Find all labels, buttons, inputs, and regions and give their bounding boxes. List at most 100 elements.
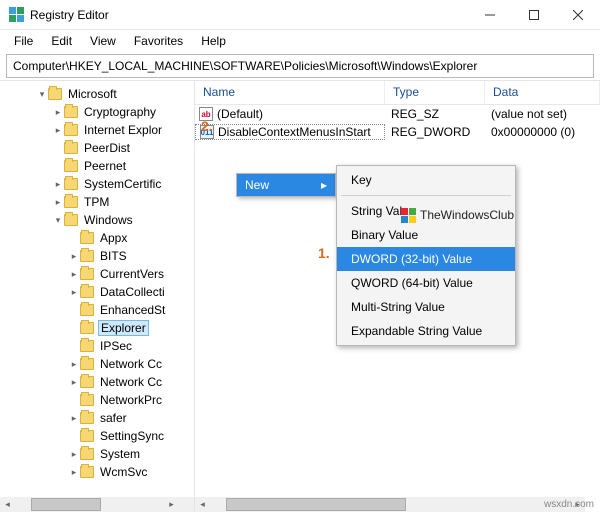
titlebar: Registry Editor	[0, 0, 600, 30]
close-button[interactable]	[556, 0, 600, 30]
tree-item[interactable]: SettingSync	[6, 427, 194, 445]
watermark: TheWindowsClub	[400, 207, 514, 223]
menu-file[interactable]: File	[6, 32, 41, 50]
spacer-icon	[68, 394, 80, 406]
maximize-button[interactable]	[512, 0, 556, 30]
value-row-default[interactable]: ab(Default) REG_SZ (value not set)	[195, 105, 600, 123]
folder-icon	[64, 178, 78, 190]
folder-icon	[80, 466, 94, 478]
menu-item-dword32[interactable]: DWORD (32-bit) Value	[337, 247, 515, 271]
folder-icon	[80, 430, 94, 442]
folder-icon	[64, 142, 78, 154]
folder-icon	[80, 250, 94, 262]
chevron-right-icon[interactable]: ▸	[68, 286, 80, 298]
address-text: Computer\HKEY_LOCAL_MACHINE\SOFTWARE\Pol…	[13, 59, 477, 73]
folder-icon	[80, 340, 94, 352]
scrollbar-thumb[interactable]	[31, 498, 101, 511]
tree-item[interactable]: ▸Internet Explor	[6, 121, 194, 139]
menu-help[interactable]: Help	[193, 32, 234, 50]
chevron-right-icon[interactable]: ▸	[68, 466, 80, 478]
chevron-right-icon[interactable]: ▸	[52, 196, 64, 208]
tree-item[interactable]: PeerDist	[6, 139, 194, 157]
scroll-left-icon[interactable]: ◂	[0, 497, 15, 512]
chevron-right-icon[interactable]: ▸	[68, 358, 80, 370]
menu-separator	[341, 195, 511, 196]
tree-item[interactable]: NetworkPrc	[6, 391, 194, 409]
address-bar[interactable]: Computer\HKEY_LOCAL_MACHINE\SOFTWARE\Pol…	[6, 54, 594, 78]
folder-icon	[80, 412, 94, 424]
chevron-right-icon[interactable]: ▸	[52, 106, 64, 118]
tree-item[interactable]: ▸System	[6, 445, 194, 463]
spacer-icon	[52, 160, 64, 172]
tree-item[interactable]: Appx	[6, 229, 194, 247]
menu-favorites[interactable]: Favorites	[126, 32, 191, 50]
chevron-right-icon[interactable]: ▸	[68, 268, 80, 280]
menubar: File Edit View Favorites Help	[0, 30, 600, 52]
spacer-icon	[68, 232, 80, 244]
list-hscrollbar[interactable]: ◂▸	[195, 497, 585, 512]
spacer-icon	[52, 142, 64, 154]
image-credit: wsxdn.com	[544, 499, 594, 510]
chevron-down-icon[interactable]: ▾	[52, 214, 64, 226]
folder-icon	[80, 286, 94, 298]
tree-pane: ▾Microsoft ▸Cryptography ▸Internet Explo…	[0, 81, 195, 512]
tree-item-windows[interactable]: ▾Windows	[6, 211, 194, 229]
menu-item-expandstring[interactable]: Expandable String Value	[337, 319, 515, 343]
tree-item[interactable]: ▸CurrentVers	[6, 265, 194, 283]
tree-item[interactable]: EnhancedSt	[6, 301, 194, 319]
minimize-button[interactable]	[468, 0, 512, 30]
chevron-right-icon: ▸	[321, 178, 327, 192]
context-menu-parent: New▸	[236, 173, 336, 197]
folder-icon	[64, 196, 78, 208]
col-data[interactable]: Data	[485, 81, 600, 104]
scroll-right-icon[interactable]: ▸	[164, 497, 179, 512]
menu-view[interactable]: View	[82, 32, 124, 50]
value-row-disablecontextmenus[interactable]: 011DisableContextMenusInStart REG_DWORD …	[195, 123, 600, 141]
menu-item-key[interactable]: Key	[337, 168, 515, 192]
tree-item[interactable]: ▸Network Cc	[6, 355, 194, 373]
folder-icon	[80, 448, 94, 460]
tree-item[interactable]: ▸BITS	[6, 247, 194, 265]
tree-item[interactable]: ▸DataCollecti	[6, 283, 194, 301]
spacer-icon	[68, 340, 80, 352]
tree-hscrollbar[interactable]: ◂▸	[0, 497, 179, 512]
menu-edit[interactable]: Edit	[43, 32, 80, 50]
windows-logo-icon	[400, 207, 416, 223]
tree-item[interactable]: IPSec	[6, 337, 194, 355]
tree-item[interactable]: ▸TPM	[6, 193, 194, 211]
chevron-right-icon[interactable]: ▸	[52, 178, 64, 190]
tree-item-microsoft[interactable]: ▾Microsoft	[6, 85, 194, 103]
menu-item-multistring[interactable]: Multi-String Value	[337, 295, 515, 319]
folder-icon	[64, 214, 78, 226]
regedit-icon	[8, 7, 24, 23]
col-name[interactable]: Name	[195, 81, 385, 104]
annotation-2: 2.	[201, 118, 213, 134]
folder-icon	[48, 88, 62, 100]
col-type[interactable]: Type	[385, 81, 485, 104]
tree-item[interactable]: ▸WcmSvc	[6, 463, 194, 481]
menu-item-new[interactable]: New▸	[237, 174, 335, 196]
tree-item[interactable]: ▸Cryptography	[6, 103, 194, 121]
chevron-right-icon[interactable]: ▸	[68, 412, 80, 424]
menu-item-binary[interactable]: Binary Value	[337, 223, 515, 247]
chevron-right-icon[interactable]: ▸	[68, 250, 80, 262]
spacer-icon	[68, 322, 80, 334]
scrollbar-thumb[interactable]	[226, 498, 406, 511]
tree-item[interactable]: Peernet	[6, 157, 194, 175]
list-header: Name Type Data	[195, 81, 600, 105]
annotation-1: 1.	[318, 245, 330, 261]
folder-icon	[80, 358, 94, 370]
tree-item-explorer[interactable]: Explorer	[6, 319, 194, 337]
chevron-right-icon[interactable]: ▸	[68, 376, 80, 388]
chevron-right-icon[interactable]: ▸	[52, 124, 64, 136]
tree-item[interactable]: ▸safer	[6, 409, 194, 427]
menu-item-qword64[interactable]: QWORD (64-bit) Value	[337, 271, 515, 295]
folder-icon	[64, 160, 78, 172]
window-controls	[468, 0, 600, 30]
tree-item[interactable]: ▸SystemCertific	[6, 175, 194, 193]
tree-item[interactable]: ▸Network Cc	[6, 373, 194, 391]
spacer-icon	[68, 430, 80, 442]
chevron-down-icon[interactable]: ▾	[36, 88, 48, 100]
chevron-right-icon[interactable]: ▸	[68, 448, 80, 460]
scroll-left-icon[interactable]: ◂	[195, 497, 210, 512]
